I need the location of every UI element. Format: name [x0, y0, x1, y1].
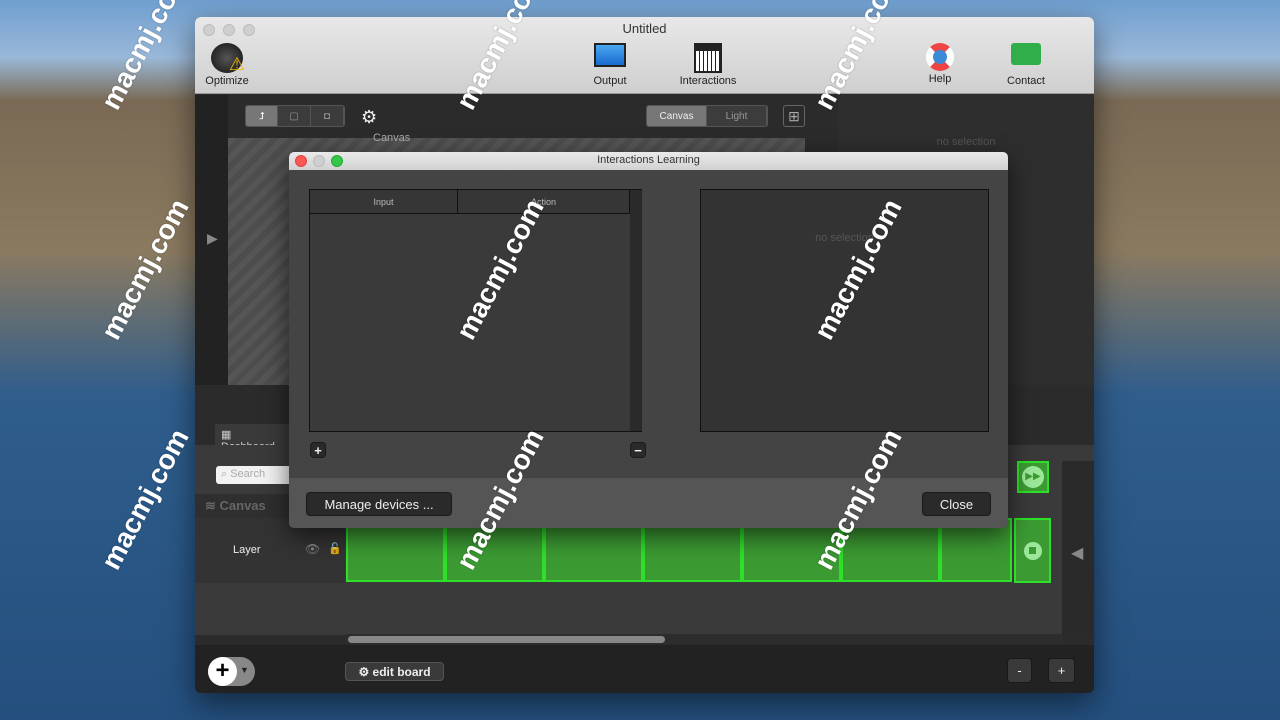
output-button[interactable]: Output — [590, 43, 630, 87]
lock-icon[interactable]: 🔓 — [328, 542, 342, 555]
manage-devices-button[interactable]: Manage devices ... — [306, 492, 452, 516]
toolbar: Untitled ⚠ Optimize Output Interactions … — [195, 17, 1094, 94]
inspector-empty-label: no selection — [936, 136, 996, 148]
watermark: macmj.com — [95, 193, 195, 345]
layers-icon: ≋ — [205, 498, 220, 513]
interactions-button[interactable]: Interactions — [673, 43, 743, 87]
output-label: Output — [593, 75, 627, 87]
stop-button[interactable] — [1014, 518, 1051, 583]
interactions-label: Interactions — [679, 75, 737, 87]
rect-tool-icon[interactable]: ▢ — [278, 106, 311, 126]
horizontal-scrollbar[interactable] — [346, 634, 1062, 644]
mode-segment: Canvas Light — [646, 105, 768, 127]
window-title: Untitled — [622, 21, 667, 36]
canvas-header-label: Canvas — [219, 498, 266, 513]
transform-tool-icon[interactable]: ⮥ — [246, 106, 279, 126]
dialog-titlebar: Interactions Learning — [289, 152, 1008, 170]
dialog-footer: Manage devices ... Close — [289, 478, 1008, 528]
gear-icon: ⚙ — [358, 664, 373, 679]
column-header-input[interactable]: Input — [310, 190, 458, 213]
stop-icon — [1023, 541, 1042, 560]
search-placeholder: Search — [230, 468, 266, 480]
keyboard-icon — [694, 43, 722, 73]
watermark: macmj.com — [95, 0, 195, 115]
chat-icon — [1011, 43, 1041, 65]
tool-segment: ⮥ ▢ ◘ — [245, 105, 345, 127]
tab-dashboard[interactable]: ▦ Dashboard — [215, 424, 290, 453]
watermark: macmj.com — [95, 423, 195, 575]
eye-icon[interactable]: 👁 — [305, 542, 320, 556]
mode-canvas-tab[interactable]: Canvas — [647, 106, 707, 126]
grid-layout-icon[interactable]: ⊞ — [783, 105, 805, 127]
collapse-arrow-icon[interactable]: ◀ — [1071, 543, 1083, 563]
table-scrollbar[interactable] — [630, 190, 642, 431]
dialog-title: Interactions Learning — [597, 154, 700, 166]
chevron-down-icon: ▼ — [240, 665, 249, 675]
fast-forward-icon: ▶▶ — [1022, 466, 1044, 488]
monitor-icon — [594, 43, 626, 67]
detail-empty-label: no selection — [815, 232, 874, 244]
optimize-label: Optimize — [205, 75, 249, 87]
contact-label: Contact — [1007, 75, 1045, 87]
bottom-bar: + ▼ ⚙ edit board - + — [195, 645, 1094, 693]
warning-icon: ⚠ — [211, 43, 245, 74]
plus-icon: + — [208, 657, 237, 686]
layer-name: Layer — [233, 544, 261, 556]
search-input[interactable]: ⌕ Search — [216, 466, 296, 484]
close-button[interactable]: Close — [922, 492, 991, 516]
expand-arrow-icon[interactable]: ▶ — [207, 230, 218, 247]
edit-board-label: edit board — [372, 664, 431, 679]
search-icon: ⌕ — [221, 468, 231, 480]
forward-button[interactable]: ▶▶ — [1017, 461, 1049, 493]
add-menu-button[interactable]: + ▼ — [208, 657, 255, 686]
help-button[interactable]: Help — [920, 43, 960, 85]
mode-light-tab[interactable]: Light — [707, 106, 767, 126]
edit-board-button[interactable]: ⚙ edit board — [345, 662, 444, 681]
scrollbar-thumb[interactable] — [348, 636, 665, 643]
gear-icon[interactable]: ⚙ — [361, 107, 377, 128]
collapse-panel: ◀ — [1062, 461, 1094, 635]
zoom-out-button[interactable]: - — [1007, 658, 1032, 683]
optimize-button[interactable]: ⚠ Optimize — [201, 43, 253, 87]
help-label: Help — [928, 73, 952, 85]
contact-button[interactable]: Contact — [1000, 43, 1052, 87]
dashboard-icon: ▦ — [221, 429, 232, 441]
lifebuoy-icon — [926, 43, 954, 71]
add-interaction-button[interactable]: + — [310, 442, 326, 458]
remove-interaction-button[interactable]: − — [630, 442, 646, 458]
zoom-in-button[interactable]: + — [1048, 658, 1075, 683]
mask-tool-icon[interactable]: ◘ — [310, 106, 344, 126]
left-strip: ▶ — [195, 95, 228, 385]
canvas-label: Canvas — [373, 132, 411, 144]
